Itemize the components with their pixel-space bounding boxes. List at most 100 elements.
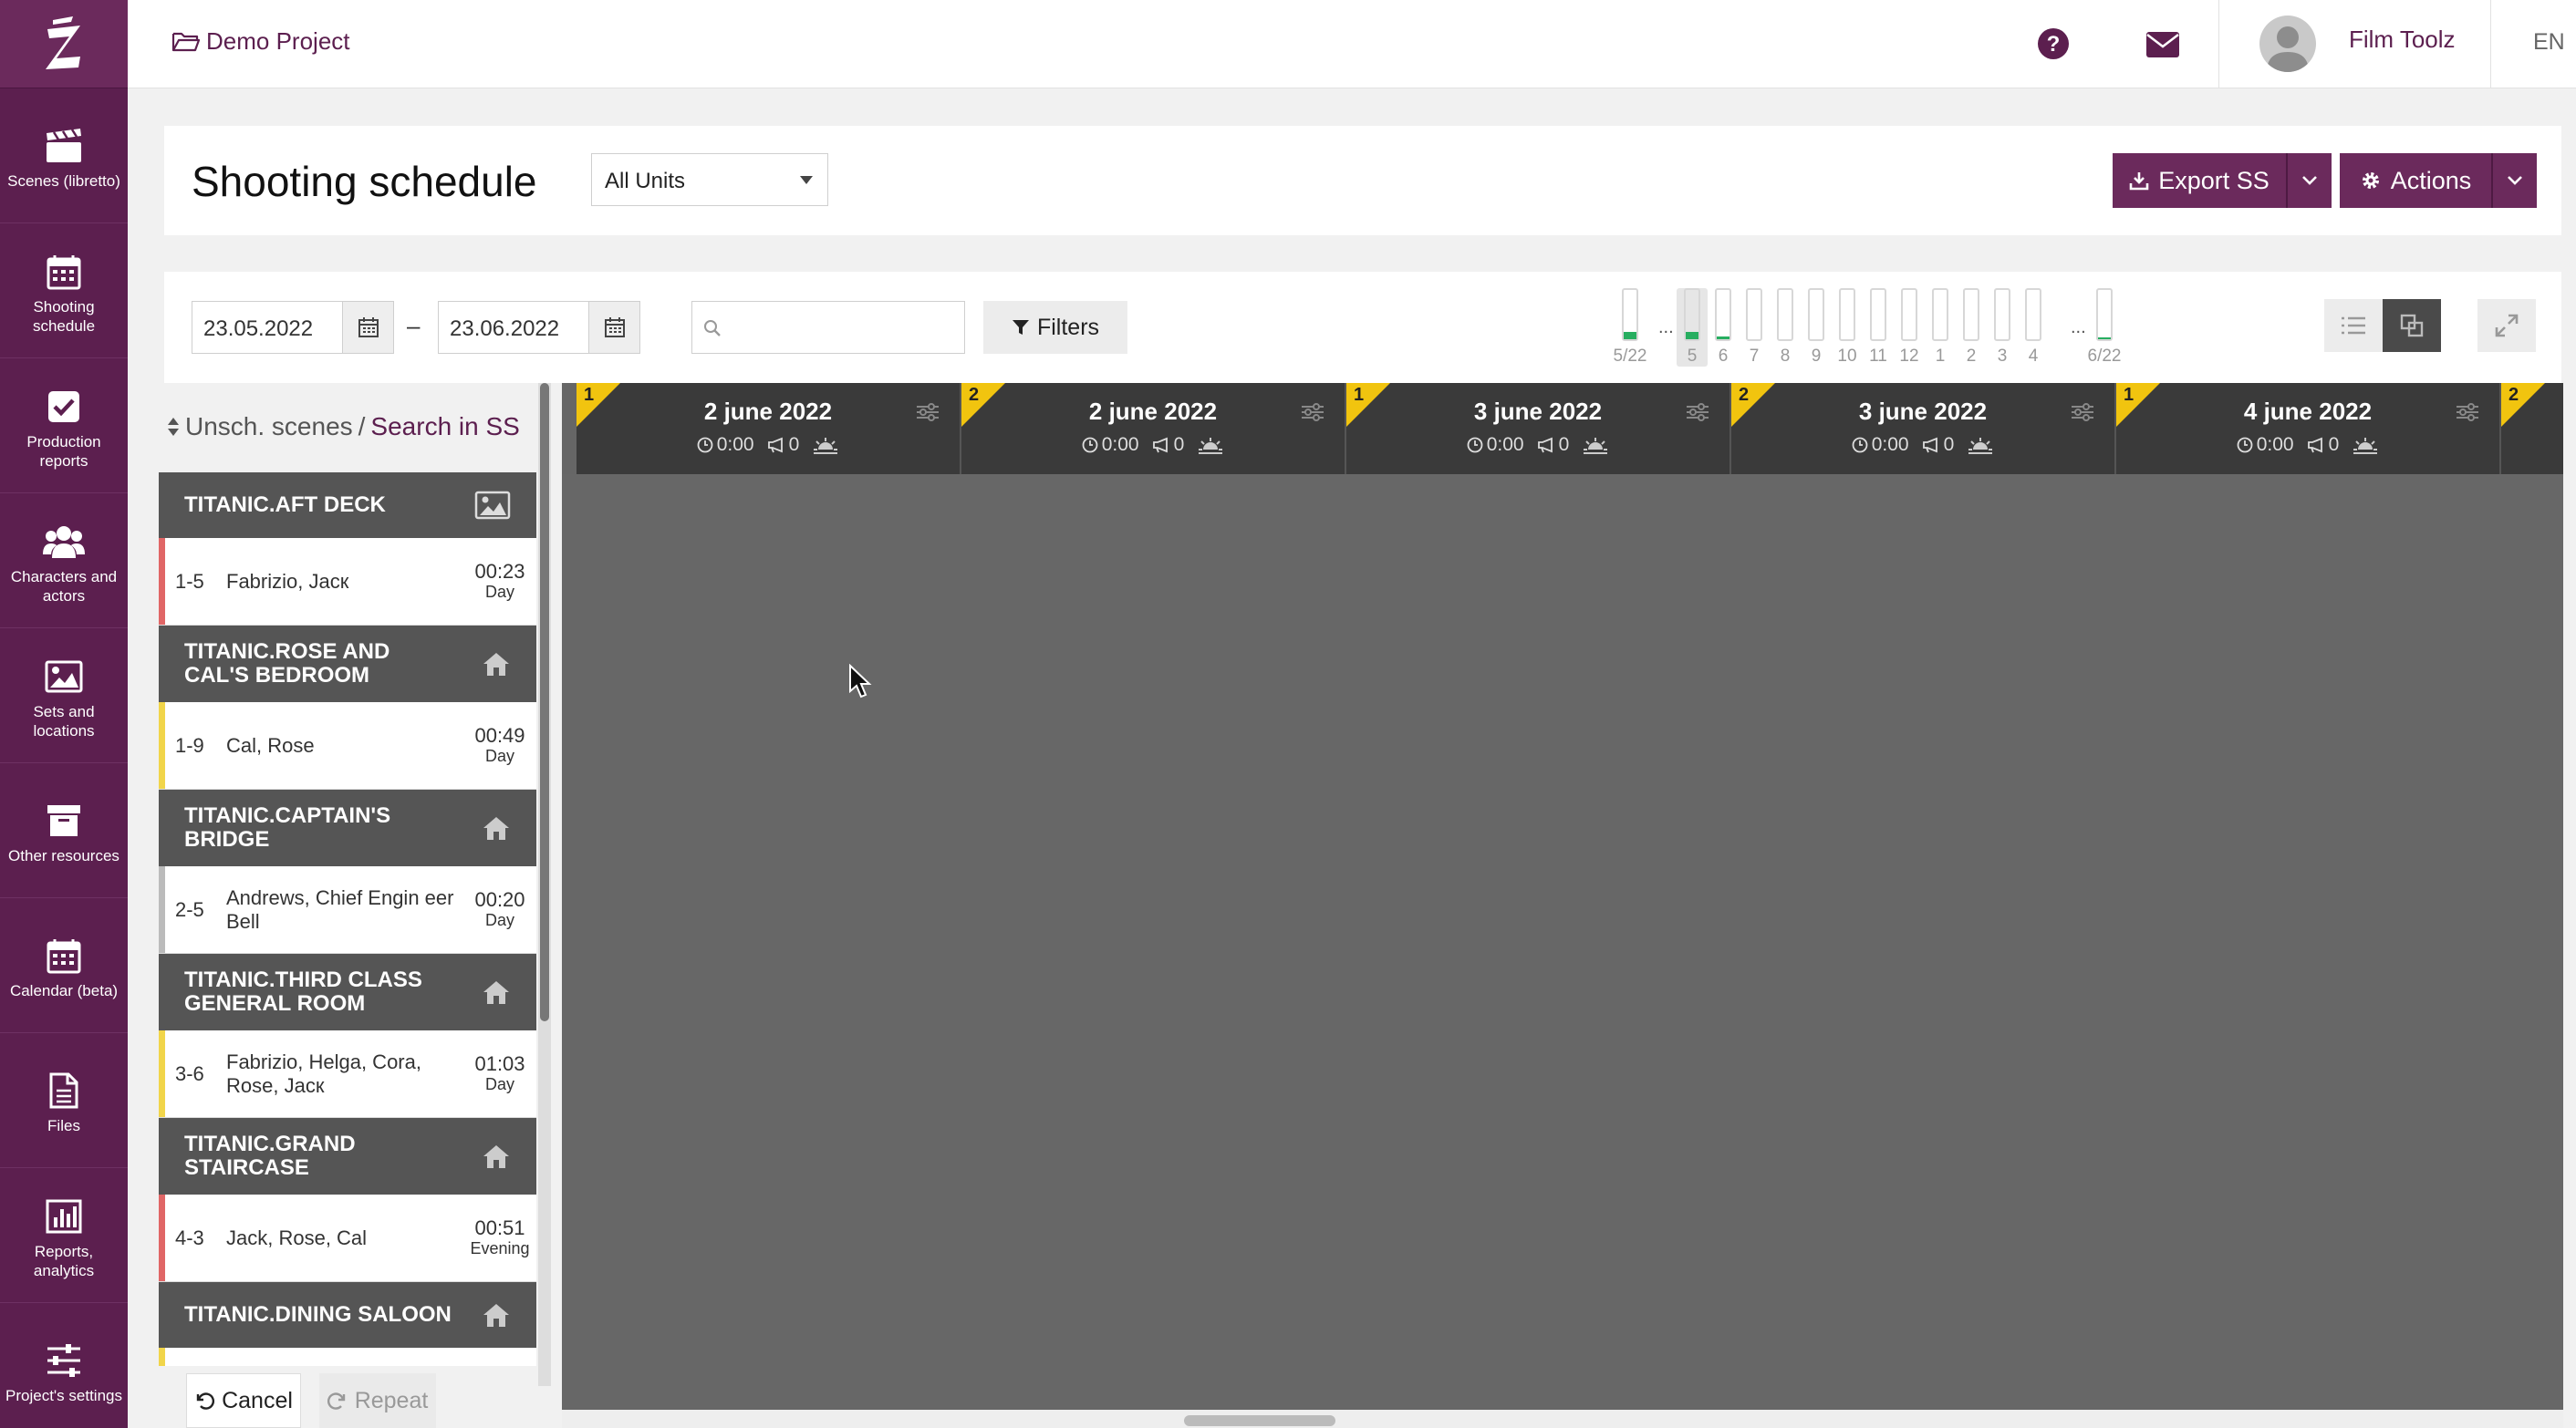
language-switch[interactable]: EN [2533, 29, 2565, 56]
sidebar-item-project-s-settings[interactable]: Project's settings [0, 1303, 128, 1428]
day-settings-button[interactable] [1686, 403, 1709, 421]
set-header[interactable]: TITANIC.GRAND STAIRCASE [159, 1118, 536, 1195]
day-load-bar[interactable]: 4 [2018, 288, 2049, 367]
shooting-day-header[interactable]: 13 june 2022 0:00 0 [1346, 383, 1731, 474]
date-to-input[interactable]: 23.06.2022 [438, 301, 640, 354]
day-load-bar[interactable]: 6 [1708, 288, 1739, 367]
scene-row[interactable]: 3-6 Fabrizio, Helga, Cora, Rose, Jacк 01:0… [159, 1030, 536, 1118]
avatar[interactable] [2259, 16, 2316, 72]
image-icon[interactable] [474, 491, 511, 520]
shooting-day-header[interactable]: 2 [2501, 383, 2563, 474]
day-load-bar[interactable]: 12 [1894, 288, 1925, 367]
ellipsis: ... [1658, 317, 1674, 337]
board-horizontal-scrollbar[interactable] [562, 1410, 2563, 1428]
date-from-input[interactable]: 23.05.2022 [192, 301, 394, 354]
scene-row[interactable]: 4-3 Jack, Rose, Cal 00:51 Evening [159, 1195, 536, 1282]
board-view-button[interactable] [2383, 299, 2441, 352]
day-load-bar[interactable]: 5/22 [1607, 288, 1653, 367]
day-settings-button[interactable] [2456, 403, 2479, 421]
day-load-bar[interactable]: 6/22 [2082, 288, 2127, 367]
actions-button[interactable]: Actions [2340, 153, 2491, 208]
sliders-icon[interactable] [1301, 403, 1324, 421]
sidebar-item-other-resources[interactable]: Other resources [0, 763, 128, 898]
sliders-icon[interactable] [916, 403, 940, 421]
fullscreen-button[interactable] [2477, 299, 2536, 352]
set-header[interactable]: TITANIC.CAPTAIN'S BRIDGE [159, 790, 536, 866]
daylight-indicator[interactable] [812, 435, 839, 455]
day-load-bar[interactable]: 11 [1863, 288, 1894, 367]
export-ss-button[interactable]: Export SS [2113, 153, 2286, 208]
home-icon[interactable] [482, 1302, 511, 1328]
sidebar-item-calendar-beta[interactable]: Calendar (beta) [0, 898, 128, 1033]
search-in-ss-link[interactable]: Search in SS [370, 412, 519, 441]
day-settings-button[interactable] [916, 403, 940, 421]
unscheduled-scenes-tab[interactable]: Unsch. scenes [185, 412, 353, 441]
home-icon[interactable] [482, 815, 511, 841]
day-stats: 0:00 0 [1731, 434, 2114, 456]
set-header[interactable]: TITANIC.DINING SALOON [159, 1282, 536, 1348]
sidebar-item-shooting-schedule[interactable]: Shooting schedule [0, 223, 128, 358]
sidebar-item-production-reports[interactable]: Production reports [0, 358, 128, 493]
scene-list-scrollbar[interactable] [538, 383, 551, 1386]
scene-color-stripe [159, 1348, 165, 1366]
calendar-icon[interactable] [342, 302, 393, 353]
day-load-bar[interactable]: 10 [1832, 288, 1863, 367]
scene-row[interactable]: 1-9 Cal, Rose 00:49 Day [159, 702, 536, 790]
day-load-bar[interactable]: 3 [1987, 288, 2018, 367]
sidebar-item-files[interactable]: Files [0, 1033, 128, 1168]
home-icon[interactable] [482, 651, 511, 677]
board-drop-area[interactable] [562, 474, 2563, 1410]
mail-icon[interactable] [2145, 31, 2180, 58]
shooting-day-header[interactable]: 22 june 2022 0:00 0 [961, 383, 1346, 474]
sliders-icon[interactable] [1686, 403, 1709, 421]
sidebar-item-characters-and-actors[interactable]: Characters and actors [0, 493, 128, 628]
daylight-indicator[interactable] [1197, 435, 1224, 455]
shooting-day-header[interactable]: 23 june 2022 0:00 0 [1731, 383, 2116, 474]
home-icon[interactable] [482, 1143, 511, 1169]
daylight-indicator[interactable] [1582, 435, 1609, 455]
scene-row[interactable]: 2-5 Andrews, Chief Engin eer Bell 00:20 Day [159, 866, 536, 954]
scene-row[interactable]: 1-5 Fabrizio, Jacк 00:23 Day [159, 538, 536, 626]
day-load-bar[interactable]: 7 [1739, 288, 1770, 367]
sort-icon[interactable] [167, 417, 180, 437]
unit-select[interactable]: All Units [591, 153, 828, 206]
shooting-day-header[interactable]: 12 june 2022 0:00 0 [576, 383, 961, 474]
scene-row[interactable] [159, 1348, 536, 1366]
repeat-button[interactable]: Repeat [319, 1373, 436, 1428]
calendar-icon[interactable] [588, 302, 639, 353]
shooting-day-header[interactable]: 14 june 2022 0:00 0 [2116, 383, 2501, 474]
sidebar-item-reports-analytics[interactable]: Reports, analytics [0, 1168, 128, 1303]
sidebar-item-scenes-libretto[interactable]: Scenes (libretto) [0, 88, 128, 223]
day-load-bar[interactable]: 5 [1677, 288, 1708, 367]
app-logo[interactable] [0, 0, 128, 88]
list-view-button[interactable] [2324, 299, 2383, 352]
project-breadcrumb[interactable]: Demo Project [171, 27, 350, 56]
day-load-bar[interactable]: 2 [1956, 288, 1987, 367]
filters-button[interactable]: Filters [983, 301, 1127, 354]
daylight-indicator[interactable] [1967, 435, 1994, 455]
export-dropdown-button[interactable] [2286, 153, 2332, 208]
home-icon[interactable] [482, 979, 511, 1005]
daylight-indicator[interactable] [2352, 435, 2379, 455]
scrollbar-thumb[interactable] [540, 383, 549, 1021]
scene-actors: Andrews, Chief Engin eer Bell [226, 885, 454, 933]
cancel-button[interactable]: Cancel [186, 1373, 301, 1428]
user-name[interactable]: Film Toolz [2349, 26, 2456, 54]
scrollbar-thumb[interactable] [1184, 1415, 1335, 1426]
divider [2218, 0, 2219, 88]
day-load-bar[interactable]: 8 [1770, 288, 1801, 367]
day-load-label: 9 [1811, 347, 1822, 366]
sliders-icon[interactable] [2456, 403, 2479, 421]
actions-dropdown-button[interactable] [2491, 153, 2537, 208]
search-input[interactable] [691, 301, 965, 354]
sidebar-item-sets-and-locations[interactable]: Sets and locations [0, 628, 128, 763]
day-settings-button[interactable] [2071, 403, 2094, 421]
day-settings-button[interactable] [1301, 403, 1324, 421]
day-load-bar[interactable]: 9 [1801, 288, 1832, 367]
day-load-bar[interactable]: 1 [1925, 288, 1956, 367]
sliders-icon[interactable] [2071, 403, 2094, 421]
set-header[interactable]: TITANIC.AFT DECK [159, 472, 536, 538]
set-header[interactable]: TITANIC.ROSE AND CAL'S BEDROOM [159, 626, 536, 702]
help-icon[interactable]: ? [2037, 27, 2070, 60]
set-header[interactable]: TITANIC.THIRD CLASS GENERAL ROOM [159, 954, 536, 1030]
